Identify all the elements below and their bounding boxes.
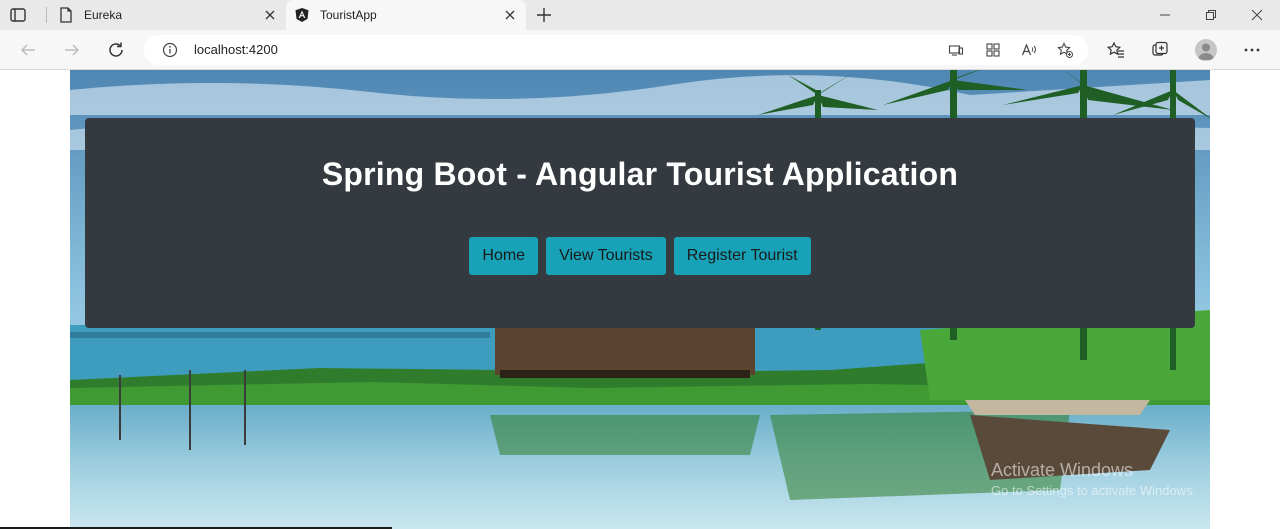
info-icon[interactable] [162,42,178,58]
page-viewport: Spring Boot - Angular Tourist Applicatio… [0,70,1280,529]
register-tourist-button[interactable]: Register Tourist [673,237,811,275]
nav-button-group: Home View Tourists Register Tourist [85,237,1195,275]
restore-icon[interactable] [1203,7,1219,23]
home-button[interactable]: Home [469,237,539,275]
jumbotron: Spring Boot - Angular Tourist Applicatio… [85,118,1195,328]
tab-touristapp[interactable]: TouristApp [286,0,526,30]
watermark-subtitle: Go to Settings to activate Windows. [991,483,1197,498]
page-title: Spring Boot - Angular Tourist Applicatio… [321,156,959,192]
more-menu-icon[interactable] [1242,40,1262,60]
apps-icon[interactable] [985,42,1001,58]
view-tourists-button[interactable]: View Tourists [546,237,666,275]
activate-windows-watermark: Activate Windows Go to Settings to activ… [991,460,1196,498]
tab-actions-icon[interactable] [8,5,28,25]
close-icon[interactable] [502,7,518,23]
add-favorite-icon[interactable] [1057,42,1073,58]
tab-title: TouristApp [320,8,377,22]
browser-toolbar: localhost:4200 [0,30,1280,70]
page-icon [58,7,74,23]
tab-separator [46,7,47,23]
close-icon[interactable] [262,7,278,23]
watermark-title: Activate Windows [991,460,1134,480]
back-icon[interactable] [18,40,38,60]
read-aloud-icon[interactable] [1021,42,1037,58]
tab-eureka[interactable]: Eureka [50,0,286,30]
url-text[interactable]: localhost:4200 [194,42,278,57]
angular-icon [294,7,310,23]
minimize-icon[interactable] [1157,7,1173,23]
device-icon[interactable] [948,42,964,58]
new-tab-icon[interactable] [534,5,554,25]
refresh-icon[interactable] [106,40,126,60]
forward-icon[interactable] [62,40,82,60]
tab-strip: Eureka TouristApp [0,0,1280,30]
tab-title: Eureka [84,8,123,22]
close-window-icon[interactable] [1249,7,1265,23]
favorites-icon[interactable] [1106,40,1126,60]
avatar[interactable] [1195,39,1217,61]
collections-icon[interactable] [1150,40,1170,60]
address-bar[interactable]: localhost:4200 [144,35,1088,65]
